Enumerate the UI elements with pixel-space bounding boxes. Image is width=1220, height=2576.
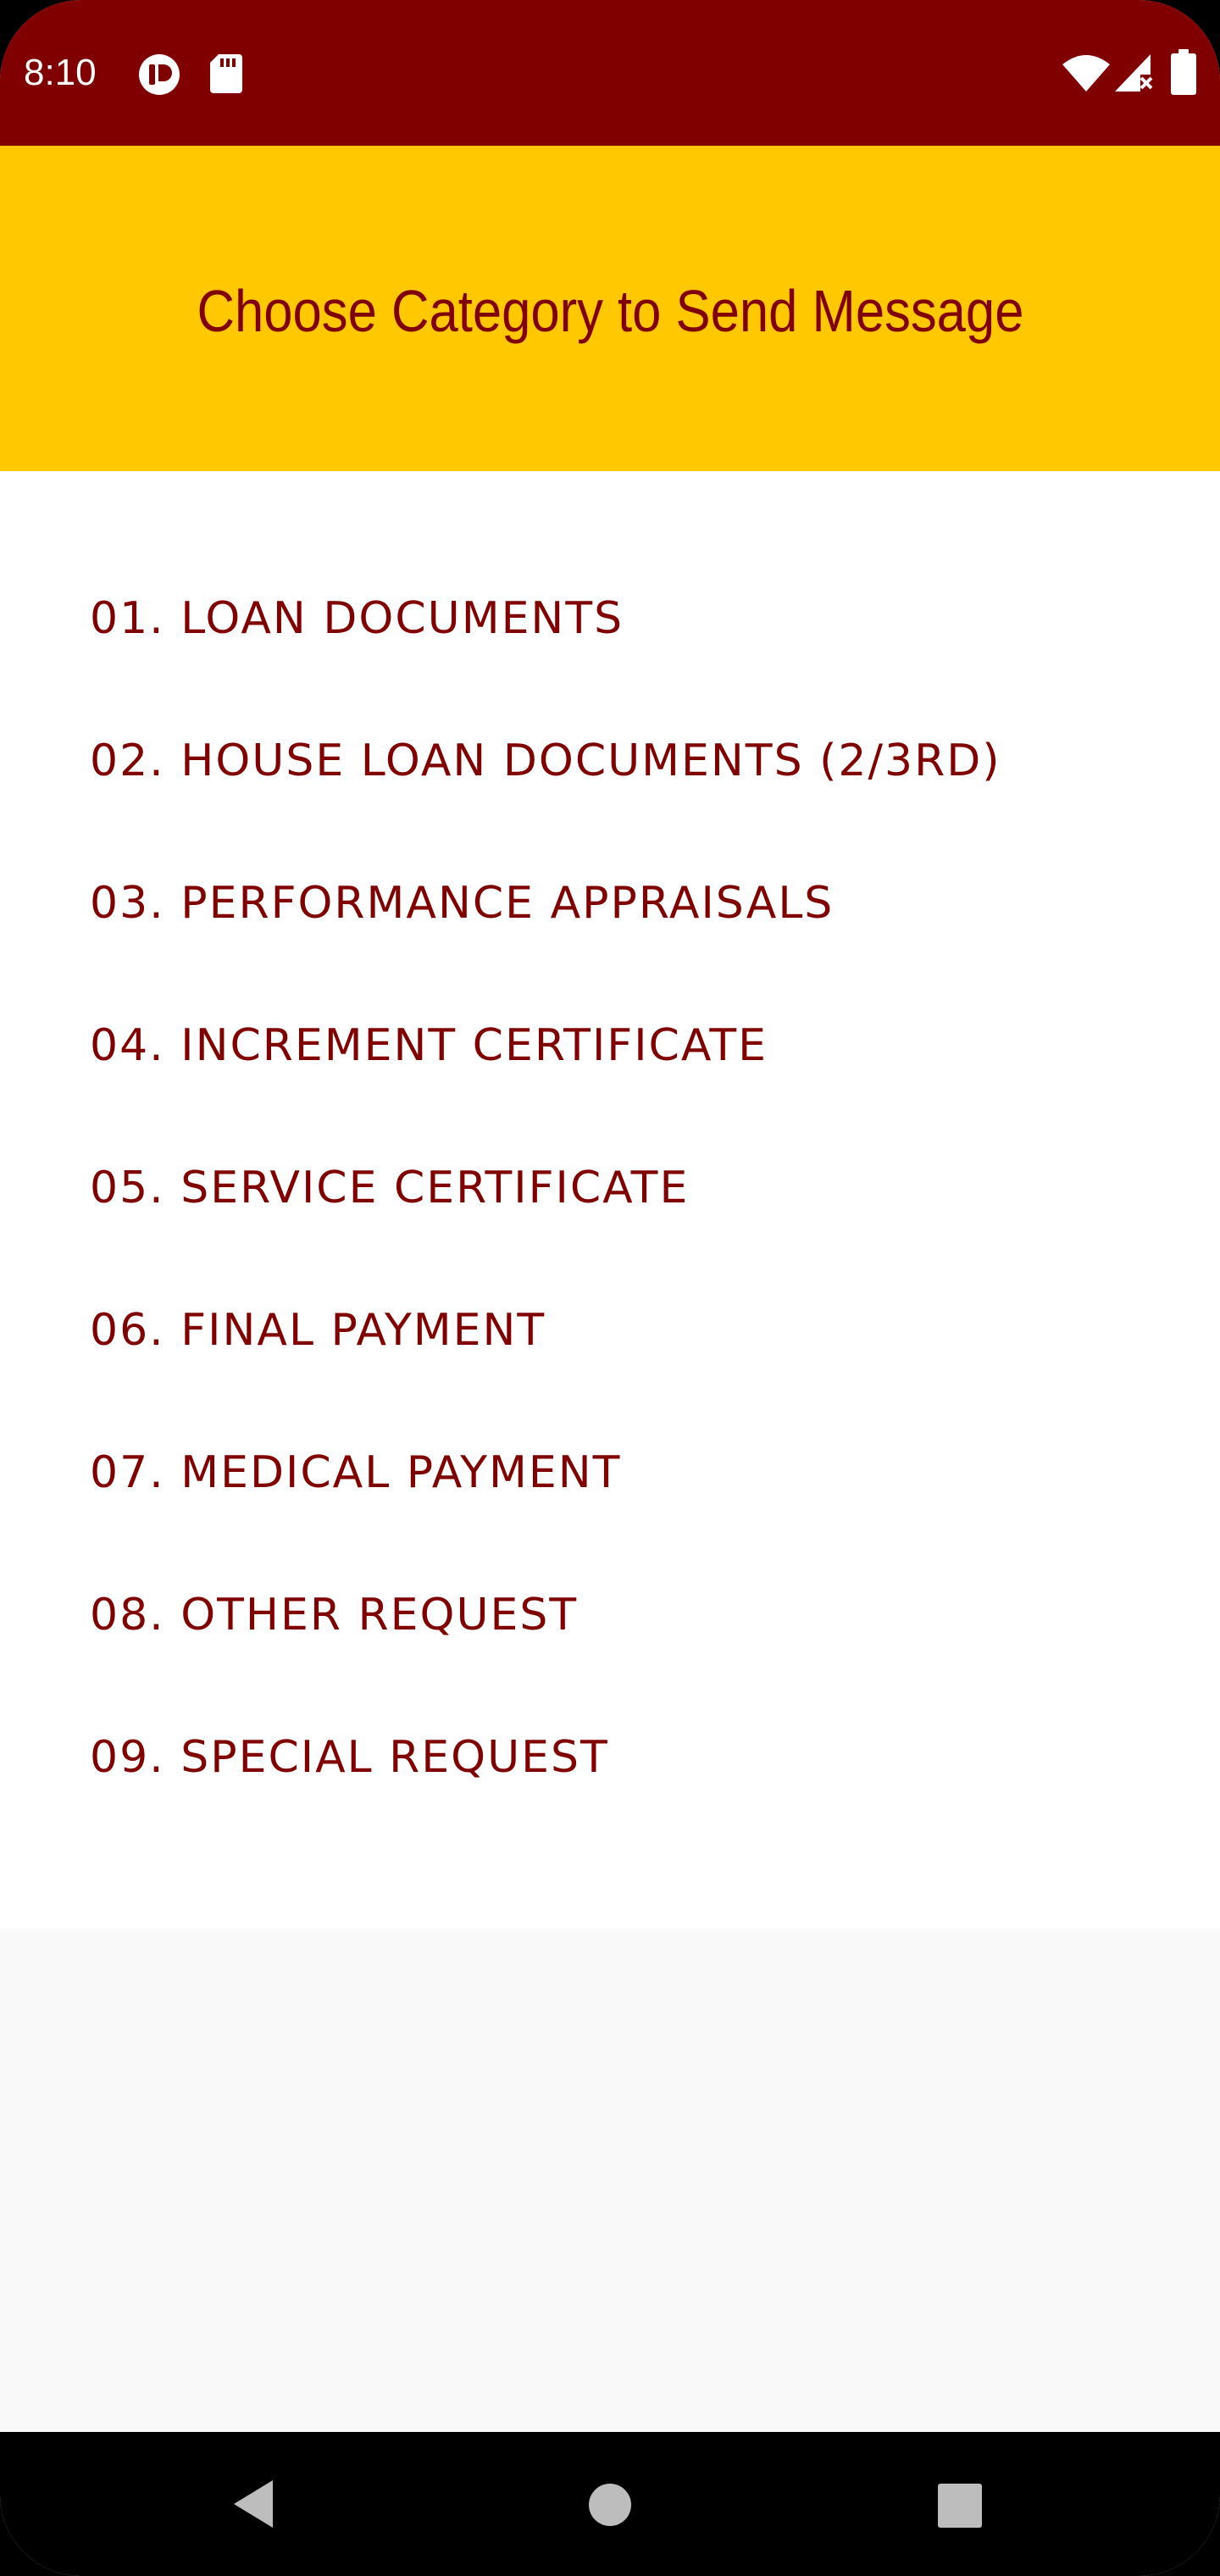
- category-list: 01. LOAN DOCUMENTS 02. HOUSE LOAN DOCUME…: [0, 471, 1220, 1929]
- category-label: 03. PERFORMANCE APPRAISALS: [90, 878, 835, 929]
- status-bar: 8:10: [0, 0, 1220, 146]
- category-item-other-request[interactable]: 08. OTHER REQUEST: [0, 1544, 1220, 1686]
- page-header: Choose Category to Send Message: [0, 146, 1220, 471]
- back-icon[interactable]: [229, 2477, 280, 2531]
- category-item-performance-appraisals[interactable]: 03. PERFORMANCE APPRAISALS: [0, 832, 1220, 974]
- empty-area: [0, 1929, 1220, 2432]
- recents-icon[interactable]: [937, 2483, 983, 2529]
- category-label: 02. HOUSE LOAN DOCUMENTS (2/3RD): [90, 736, 1001, 786]
- category-label: 09. SPECIAL REQUEST: [90, 1732, 609, 1783]
- app-notification-icon: [139, 54, 180, 95]
- category-item-increment-certificate[interactable]: 04. INCREMENT CERTIFICATE: [0, 974, 1220, 1117]
- status-time: 8:10: [24, 52, 97, 93]
- category-label: 04. INCREMENT CERTIFICATE: [90, 1020, 768, 1071]
- category-label: 05. SERVICE CERTIFICATE: [90, 1163, 690, 1213]
- cellular-signal-icon: [1115, 54, 1153, 92]
- category-item-house-loan-documents[interactable]: 02. HOUSE LOAN DOCUMENTS (2/3RD): [0, 690, 1220, 832]
- home-icon[interactable]: [588, 2483, 632, 2527]
- category-item-loan-documents[interactable]: 01. LOAN DOCUMENTS: [0, 547, 1220, 690]
- page-title: Choose Category to Send Message: [197, 278, 1023, 344]
- category-item-final-payment[interactable]: 06. FINAL PAYMENT: [0, 1259, 1220, 1402]
- navigation-bar: [0, 2432, 1220, 2576]
- battery-icon: [1171, 49, 1196, 95]
- phone-screen: 8:10 Choose Category to Send Message 01.…: [0, 0, 1220, 2576]
- category-label: 07. MEDICAL PAYMENT: [90, 1447, 622, 1498]
- category-label: 01. LOAN DOCUMENTS: [90, 593, 624, 644]
- category-label: 06. FINAL PAYMENT: [90, 1305, 546, 1356]
- wifi-icon: [1062, 55, 1110, 92]
- category-item-medical-payment[interactable]: 07. MEDICAL PAYMENT: [0, 1402, 1220, 1544]
- category-item-service-certificate[interactable]: 05. SERVICE CERTIFICATE: [0, 1117, 1220, 1259]
- sd-card-icon: [210, 54, 242, 93]
- category-label: 08. OTHER REQUEST: [90, 1590, 579, 1641]
- category-item-special-request[interactable]: 09. SPECIAL REQUEST: [0, 1686, 1220, 1829]
